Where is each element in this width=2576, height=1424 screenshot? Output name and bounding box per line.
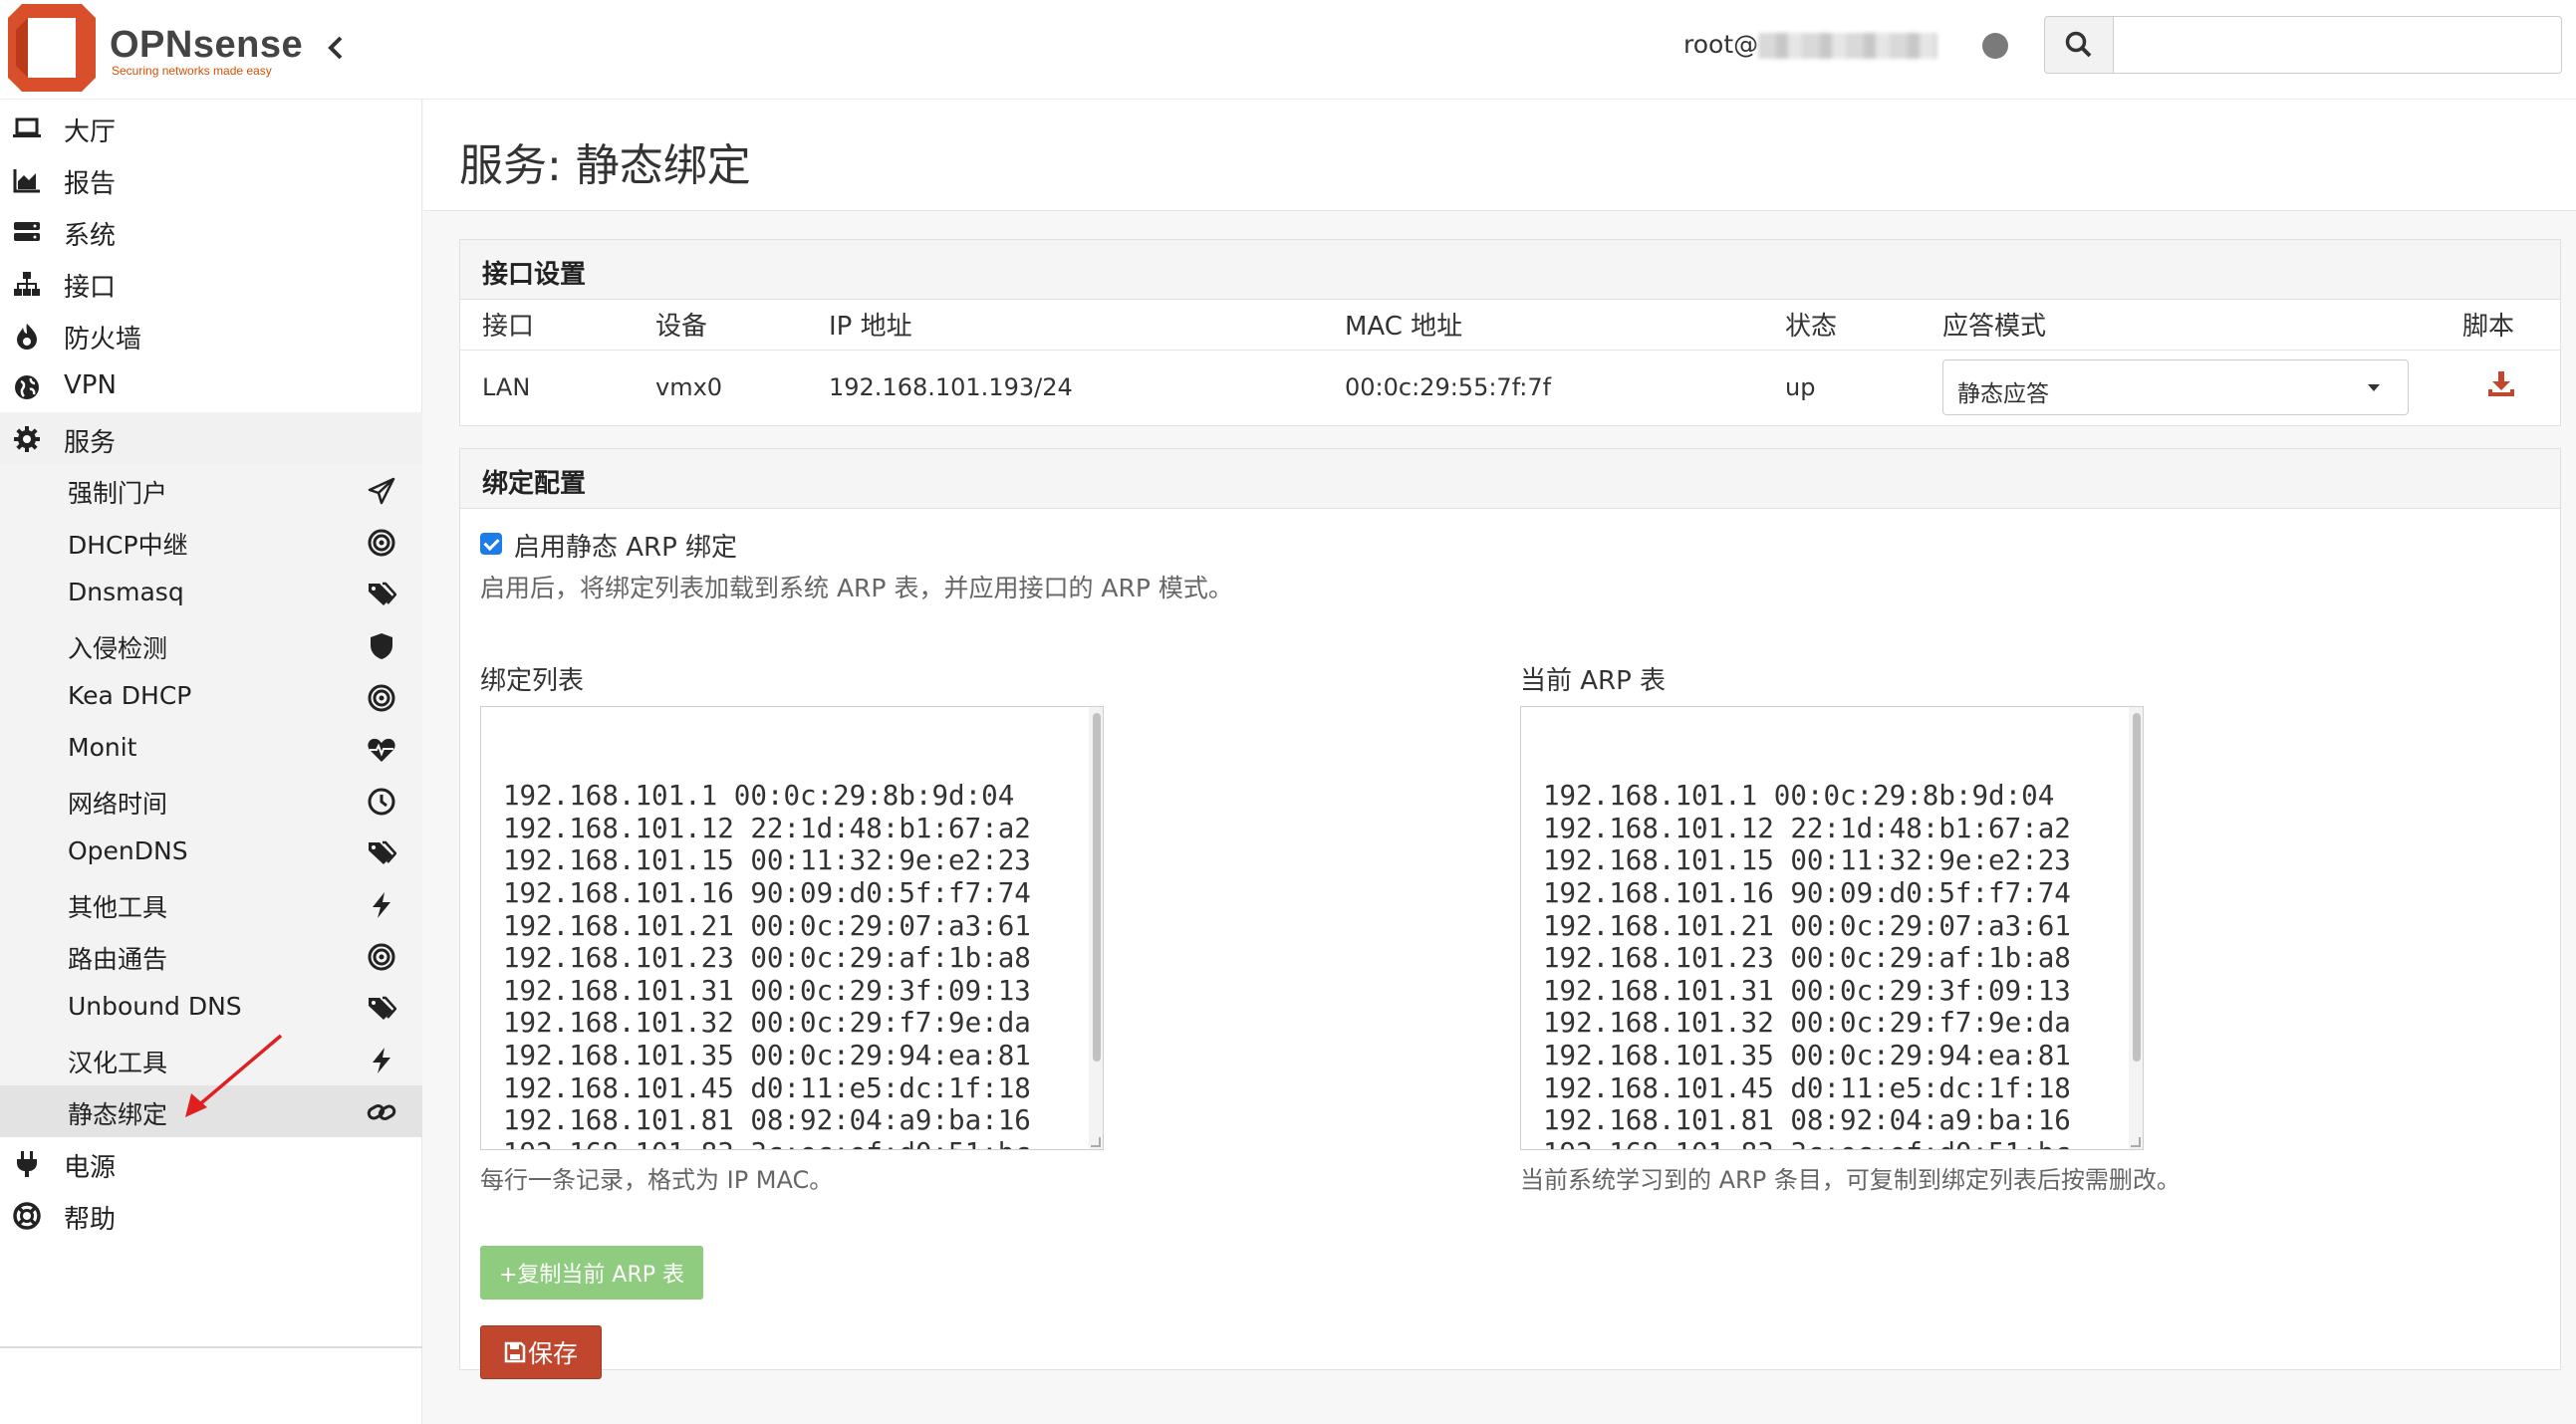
arp-entry-line: 192.168.101.45 d0:11:e5:dc:1f:18: [1543, 1071, 2071, 1104]
arp-entry-line: 192.168.101.12 22:1d:48:b1:67:a2: [503, 812, 1031, 844]
binding-list-label: 绑定列表: [480, 666, 585, 696]
binding-config-panel: 绑定配置 启用静态 ARP 绑定 启用后，将绑定列表加载到系统 ARP 表，并应…: [459, 448, 2561, 1379]
binding-list-help: 每行一条记录，格式为 IP MAC。: [480, 1166, 834, 1194]
panel-title: 接口设置: [460, 240, 2560, 300]
column-header: 状态: [1763, 300, 1921, 351]
mac-cell: 00:0c:29:55:7f:7f: [1345, 373, 1552, 402]
table-header-row: 接口 设备 IP 地址 MAC 地址 状态 应答模式 脚本: [460, 300, 2560, 351]
table-row: LAN vmx0 192.168.101.193/24 00:0c:29:55:…: [460, 350, 2560, 425]
enable-static-arp-checkbox[interactable]: [480, 533, 502, 555]
arp-entry-line: 192.168.101.23 00:0c:29:af:1b:a8: [1543, 942, 2071, 975]
current-arp-textarea[interactable]: 192.168.101.1 00:0c:29:8b:9d:04 192.168.1…: [1520, 706, 2144, 1150]
save-label: 保存: [527, 1339, 578, 1368]
arp-entry-line: 192.168.101.31 00:0c:29:3f:09:13: [1543, 974, 2071, 1007]
column-header: 应答模式: [1921, 300, 2447, 351]
enable-static-arp-label: 启用静态 ARP 绑定: [514, 533, 738, 563]
column-header: 设备: [634, 300, 807, 351]
scrollbar[interactable]: [2129, 707, 2143, 1149]
arp-entry-line: 192.168.101.1 00:0c:29:8b:9d:04: [503, 780, 1015, 813]
scrollbar[interactable]: [1089, 707, 1103, 1149]
reply-mode-select[interactable]: 静态应答: [1942, 359, 2409, 416]
current-arp-help: 当前系统学习到的 ARP 条目，可复制到绑定列表后按需删改。: [1520, 1166, 2181, 1194]
script-cell: [2447, 350, 2560, 425]
ip-cell: 192.168.101.193/24: [829, 373, 1073, 402]
download-icon[interactable]: [2486, 369, 2516, 399]
column-header: 接口: [460, 300, 634, 351]
binding-list-content: 192.168.101.1 00:0c:29:8b:9d:04 192.168.1…: [503, 780, 1103, 1149]
chevron-down-icon: [2368, 384, 2380, 392]
reply-mode-cell: 静态应答: [1921, 350, 2447, 425]
arp-entry-line: 192.168.101.35 00:0c:29:94:ea:81: [1543, 1039, 2071, 1071]
interface-settings-panel: 接口设置 接口 设备 IP 地址 MAC 地址 状态 应答模式 脚本 LAN v…: [459, 239, 2561, 426]
arp-entry-line: 192.168.101.35 00:0c:29:94:ea:81: [503, 1039, 1031, 1071]
column-header: MAC 地址: [1323, 300, 1763, 351]
resize-handle[interactable]: [1091, 1137, 1101, 1147]
status-cell: up: [1785, 373, 1816, 402]
page-title-bar: 服务: 静态绑定: [423, 100, 2576, 211]
enable-help-text: 启用后，将绑定列表加载到系统 ARP 表，并应用接口的 ARP 模式。: [480, 574, 1233, 602]
arp-entry-line: 192.168.101.81 08:92:04:a9:ba:16: [1543, 1104, 2071, 1137]
interface-table: 接口 设备 IP 地址 MAC 地址 状态 应答模式 脚本 LAN vmx0 1…: [460, 300, 2560, 425]
resize-handle[interactable]: [2131, 1137, 2141, 1147]
arp-entry-line: 192.168.101.1 00:0c:29:8b:9d:04: [1543, 780, 2055, 813]
arp-entry-line: 192.168.101.23 00:0c:29:af:1b:a8: [503, 942, 1031, 975]
save-button[interactable]: 保存: [480, 1325, 602, 1379]
column-header: IP 地址: [807, 300, 1323, 351]
arp-entry-line: 192.168.101.15 00:11:32:9e:e2:23: [1543, 844, 2071, 877]
binding-list-textarea[interactable]: 192.168.101.1 00:0c:29:8b:9d:04 192.168.1…: [480, 706, 1104, 1150]
panel-title: 绑定配置: [460, 449, 2560, 509]
main-content: 服务: 静态绑定 接口设置 接口 设备 IP 地址 MAC 地址 状态 应答模式…: [423, 100, 2576, 1424]
reply-mode-value: 静态应答: [1957, 381, 2049, 408]
interface-cell: LAN: [482, 373, 531, 402]
arp-entry-line: 192.168.101.45 d0:11:e5:dc:1f:18: [503, 1071, 1031, 1104]
page-title: 服务: 静态绑定: [459, 140, 751, 191]
current-arp-label: 当前 ARP 表: [1520, 666, 1667, 696]
arp-entry-line: 192.168.101.83 3c:ec:ef:d0:51:bc: [503, 1137, 1103, 1149]
arp-entry-line: 192.168.101.32 00:0c:29:f7:9e:da: [1543, 1007, 2071, 1040]
arp-entry-line: 192.168.101.16 90:09:d0:5f:f7:74: [503, 876, 1031, 909]
arp-entry-line: 192.168.101.21 00:0c:29:07:a3:61: [503, 909, 1031, 942]
current-arp-content: 192.168.101.1 00:0c:29:8b:9d:04 192.168.1…: [1543, 780, 2143, 1149]
column-header: 脚本: [2447, 300, 2560, 351]
arp-entry-line: 192.168.101.81 08:92:04:a9:ba:16: [503, 1104, 1031, 1137]
arp-entry-line: 192.168.101.16 90:09:d0:5f:f7:74: [1543, 876, 2071, 909]
arp-entry-line: 192.168.101.31 00:0c:29:3f:09:13: [503, 974, 1031, 1007]
floppy-icon: [504, 1341, 526, 1363]
arp-entry-line: 192.168.101.32 00:0c:29:f7:9e:da: [503, 1007, 1031, 1040]
arp-entry-line: 192.168.101.21 00:0c:29:07:a3:61: [1543, 909, 2071, 942]
arp-entry-line: 192.168.101.15 00:11:32:9e:e2:23: [503, 844, 1031, 877]
arp-entry-line: 192.168.101.83 3c:ec:ef:d0:51:bc: [1543, 1137, 2143, 1149]
device-cell: vmx0: [655, 373, 723, 402]
copy-arp-table-button[interactable]: +复制当前 ARP 表: [480, 1246, 703, 1300]
arp-entry-line: 192.168.101.12 22:1d:48:b1:67:a2: [1543, 812, 2071, 844]
